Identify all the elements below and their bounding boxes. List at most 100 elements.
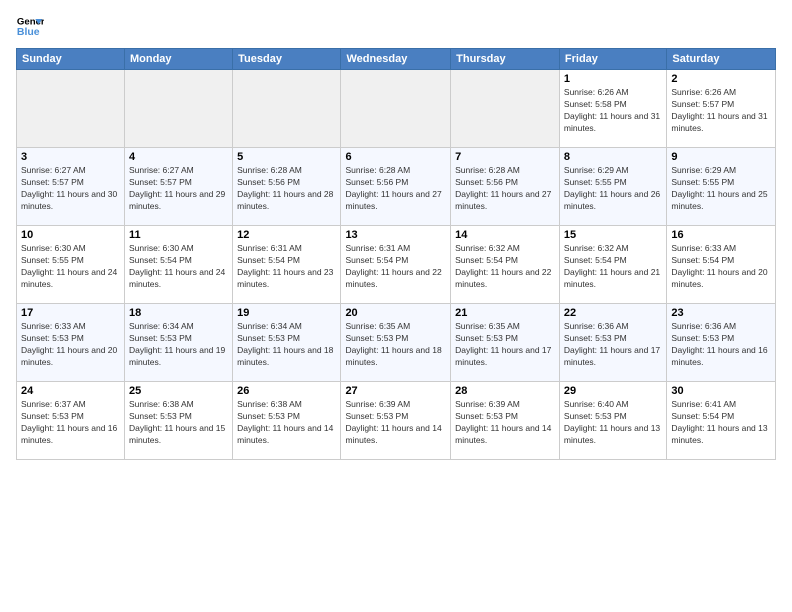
day-number: 25 bbox=[129, 385, 228, 397]
day-info: Sunrise: 6:28 AMSunset: 5:56 PMDaylight:… bbox=[237, 165, 336, 213]
calendar-cell bbox=[17, 70, 125, 148]
day-number: 3 bbox=[21, 151, 120, 163]
logo-icon: General Blue bbox=[16, 12, 44, 40]
logo: General Blue bbox=[16, 12, 44, 40]
calendar-week-row: 17 Sunrise: 6:33 AMSunset: 5:53 PMDayligh… bbox=[17, 304, 776, 382]
day-info: Sunrise: 6:36 AMSunset: 5:53 PMDaylight:… bbox=[671, 321, 771, 369]
day-info: Sunrise: 6:33 AMSunset: 5:54 PMDaylight:… bbox=[671, 243, 771, 291]
calendar-cell: 15 Sunrise: 6:32 AMSunset: 5:54 PMDayligh… bbox=[559, 226, 666, 304]
day-info: Sunrise: 6:38 AMSunset: 5:53 PMDaylight:… bbox=[129, 399, 228, 447]
svg-text:Blue: Blue bbox=[17, 26, 40, 38]
day-number: 5 bbox=[237, 151, 336, 163]
day-number: 7 bbox=[455, 151, 555, 163]
day-number: 29 bbox=[564, 385, 662, 397]
day-number: 15 bbox=[564, 229, 662, 241]
weekday-header: Friday bbox=[559, 49, 666, 70]
calendar-cell: 30 Sunrise: 6:41 AMSunset: 5:54 PMDayligh… bbox=[667, 382, 776, 460]
day-info: Sunrise: 6:38 AMSunset: 5:53 PMDaylight:… bbox=[237, 399, 336, 447]
day-info: Sunrise: 6:40 AMSunset: 5:53 PMDaylight:… bbox=[564, 399, 662, 447]
day-info: Sunrise: 6:32 AMSunset: 5:54 PMDaylight:… bbox=[564, 243, 662, 291]
calendar-cell: 18 Sunrise: 6:34 AMSunset: 5:53 PMDayligh… bbox=[124, 304, 232, 382]
day-number: 4 bbox=[129, 151, 228, 163]
calendar-cell: 14 Sunrise: 6:32 AMSunset: 5:54 PMDayligh… bbox=[451, 226, 560, 304]
day-info: Sunrise: 6:35 AMSunset: 5:53 PMDaylight:… bbox=[455, 321, 555, 369]
weekday-header: Saturday bbox=[667, 49, 776, 70]
calendar-cell: 28 Sunrise: 6:39 AMSunset: 5:53 PMDayligh… bbox=[451, 382, 560, 460]
day-number: 26 bbox=[237, 385, 336, 397]
day-info: Sunrise: 6:35 AMSunset: 5:53 PMDaylight:… bbox=[345, 321, 446, 369]
calendar-cell: 7 Sunrise: 6:28 AMSunset: 5:56 PMDaylight… bbox=[451, 148, 560, 226]
calendar-cell: 25 Sunrise: 6:38 AMSunset: 5:53 PMDayligh… bbox=[124, 382, 232, 460]
day-number: 24 bbox=[21, 385, 120, 397]
calendar-cell: 24 Sunrise: 6:37 AMSunset: 5:53 PMDayligh… bbox=[17, 382, 125, 460]
calendar-cell: 17 Sunrise: 6:33 AMSunset: 5:53 PMDayligh… bbox=[17, 304, 125, 382]
calendar-cell: 26 Sunrise: 6:38 AMSunset: 5:53 PMDayligh… bbox=[233, 382, 341, 460]
calendar-cell: 12Sunrise: 6:31 AMSunset: 5:54 PMDayligh… bbox=[233, 226, 341, 304]
calendar-cell: 2 Sunrise: 6:26 AMSunset: 5:57 PMDaylight… bbox=[667, 70, 776, 148]
day-info: Sunrise: 6:34 AMSunset: 5:53 PMDaylight:… bbox=[237, 321, 336, 369]
day-info: Sunrise: 6:27 AMSunset: 5:57 PMDaylight:… bbox=[129, 165, 228, 213]
day-info: Sunrise: 6:26 AMSunset: 5:57 PMDaylight:… bbox=[671, 87, 771, 135]
day-info: Sunrise: 6:39 AMSunset: 5:53 PMDaylight:… bbox=[455, 399, 555, 447]
day-number: 27 bbox=[345, 385, 446, 397]
header: General Blue bbox=[16, 12, 776, 40]
day-number: 9 bbox=[671, 151, 771, 163]
day-number: 14 bbox=[455, 229, 555, 241]
day-number: 19 bbox=[237, 307, 336, 319]
day-info: Sunrise: 6:32 AMSunset: 5:54 PMDaylight:… bbox=[455, 243, 555, 291]
day-info: Sunrise: 6:29 AMSunset: 5:55 PMDaylight:… bbox=[671, 165, 771, 213]
calendar-cell: 13 Sunrise: 6:31 AMSunset: 5:54 PMDayligh… bbox=[341, 226, 451, 304]
day-info: Sunrise: 6:39 AMSunset: 5:53 PMDaylight:… bbox=[345, 399, 446, 447]
calendar-cell: 10 Sunrise: 6:30 AMSunset: 5:55 PMDayligh… bbox=[17, 226, 125, 304]
calendar-week-row: 10 Sunrise: 6:30 AMSunset: 5:55 PMDayligh… bbox=[17, 226, 776, 304]
day-number: 1 bbox=[564, 73, 662, 85]
day-number: 8 bbox=[564, 151, 662, 163]
day-number: 18 bbox=[129, 307, 228, 319]
day-info: Sunrise: 6:27 AMSunset: 5:57 PMDaylight:… bbox=[21, 165, 120, 213]
day-info: Sunrise: 6:33 AMSunset: 5:53 PMDaylight:… bbox=[21, 321, 120, 369]
day-number: 28 bbox=[455, 385, 555, 397]
day-info: Sunrise: 6:30 AMSunset: 5:55 PMDaylight:… bbox=[21, 243, 120, 291]
day-info: Sunrise: 6:28 AMSunset: 5:56 PMDaylight:… bbox=[455, 165, 555, 213]
calendar: SundayMondayTuesdayWednesdayThursdayFrid… bbox=[16, 48, 776, 460]
weekday-header: Wednesday bbox=[341, 49, 451, 70]
calendar-cell: 3 Sunrise: 6:27 AMSunset: 5:57 PMDaylight… bbox=[17, 148, 125, 226]
calendar-week-row: 24 Sunrise: 6:37 AMSunset: 5:53 PMDayligh… bbox=[17, 382, 776, 460]
calendar-cell bbox=[233, 70, 341, 148]
day-number: 17 bbox=[21, 307, 120, 319]
calendar-cell: 11 Sunrise: 6:30 AMSunset: 5:54 PMDayligh… bbox=[124, 226, 232, 304]
calendar-cell: 8 Sunrise: 6:29 AMSunset: 5:55 PMDaylight… bbox=[559, 148, 666, 226]
day-number: 11 bbox=[129, 229, 228, 241]
calendar-cell: 4 Sunrise: 6:27 AMSunset: 5:57 PMDaylight… bbox=[124, 148, 232, 226]
calendar-week-row: 1 Sunrise: 6:26 AMSunset: 5:58 PMDaylight… bbox=[17, 70, 776, 148]
day-number: 21 bbox=[455, 307, 555, 319]
calendar-cell: 1 Sunrise: 6:26 AMSunset: 5:58 PMDaylight… bbox=[559, 70, 666, 148]
day-info: Sunrise: 6:30 AMSunset: 5:54 PMDaylight:… bbox=[129, 243, 228, 291]
day-info: Sunrise: 6:31 AMSunset: 5:54 PMDaylight:… bbox=[345, 243, 446, 291]
day-number: 16 bbox=[671, 229, 771, 241]
calendar-cell bbox=[124, 70, 232, 148]
day-info: Sunrise: 6:37 AMSunset: 5:53 PMDaylight:… bbox=[21, 399, 120, 447]
calendar-week-row: 3 Sunrise: 6:27 AMSunset: 5:57 PMDaylight… bbox=[17, 148, 776, 226]
day-number: 22 bbox=[564, 307, 662, 319]
page: General Blue SundayMondayTuesdayWednesda… bbox=[0, 0, 792, 612]
calendar-cell: 23Sunrise: 6:36 AMSunset: 5:53 PMDayligh… bbox=[667, 304, 776, 382]
weekday-header: Tuesday bbox=[233, 49, 341, 70]
calendar-cell: 9 Sunrise: 6:29 AMSunset: 5:55 PMDaylight… bbox=[667, 148, 776, 226]
calendar-cell: 20Sunrise: 6:35 AMSunset: 5:53 PMDayligh… bbox=[341, 304, 451, 382]
calendar-cell: 5 Sunrise: 6:28 AMSunset: 5:56 PMDaylight… bbox=[233, 148, 341, 226]
day-number: 6 bbox=[345, 151, 446, 163]
day-number: 2 bbox=[671, 73, 771, 85]
day-info: Sunrise: 6:34 AMSunset: 5:53 PMDaylight:… bbox=[129, 321, 228, 369]
day-number: 30 bbox=[671, 385, 771, 397]
calendar-cell: 29 Sunrise: 6:40 AMSunset: 5:53 PMDayligh… bbox=[559, 382, 666, 460]
day-info: Sunrise: 6:26 AMSunset: 5:58 PMDaylight:… bbox=[564, 87, 662, 135]
day-number: 10 bbox=[21, 229, 120, 241]
day-info: Sunrise: 6:41 AMSunset: 5:54 PMDaylight:… bbox=[671, 399, 771, 447]
day-info: Sunrise: 6:29 AMSunset: 5:55 PMDaylight:… bbox=[564, 165, 662, 213]
calendar-cell: 16 Sunrise: 6:33 AMSunset: 5:54 PMDayligh… bbox=[667, 226, 776, 304]
calendar-cell: 27 Sunrise: 6:39 AMSunset: 5:53 PMDayligh… bbox=[341, 382, 451, 460]
day-number: 13 bbox=[345, 229, 446, 241]
weekday-header: Thursday bbox=[451, 49, 560, 70]
weekday-header: Monday bbox=[124, 49, 232, 70]
